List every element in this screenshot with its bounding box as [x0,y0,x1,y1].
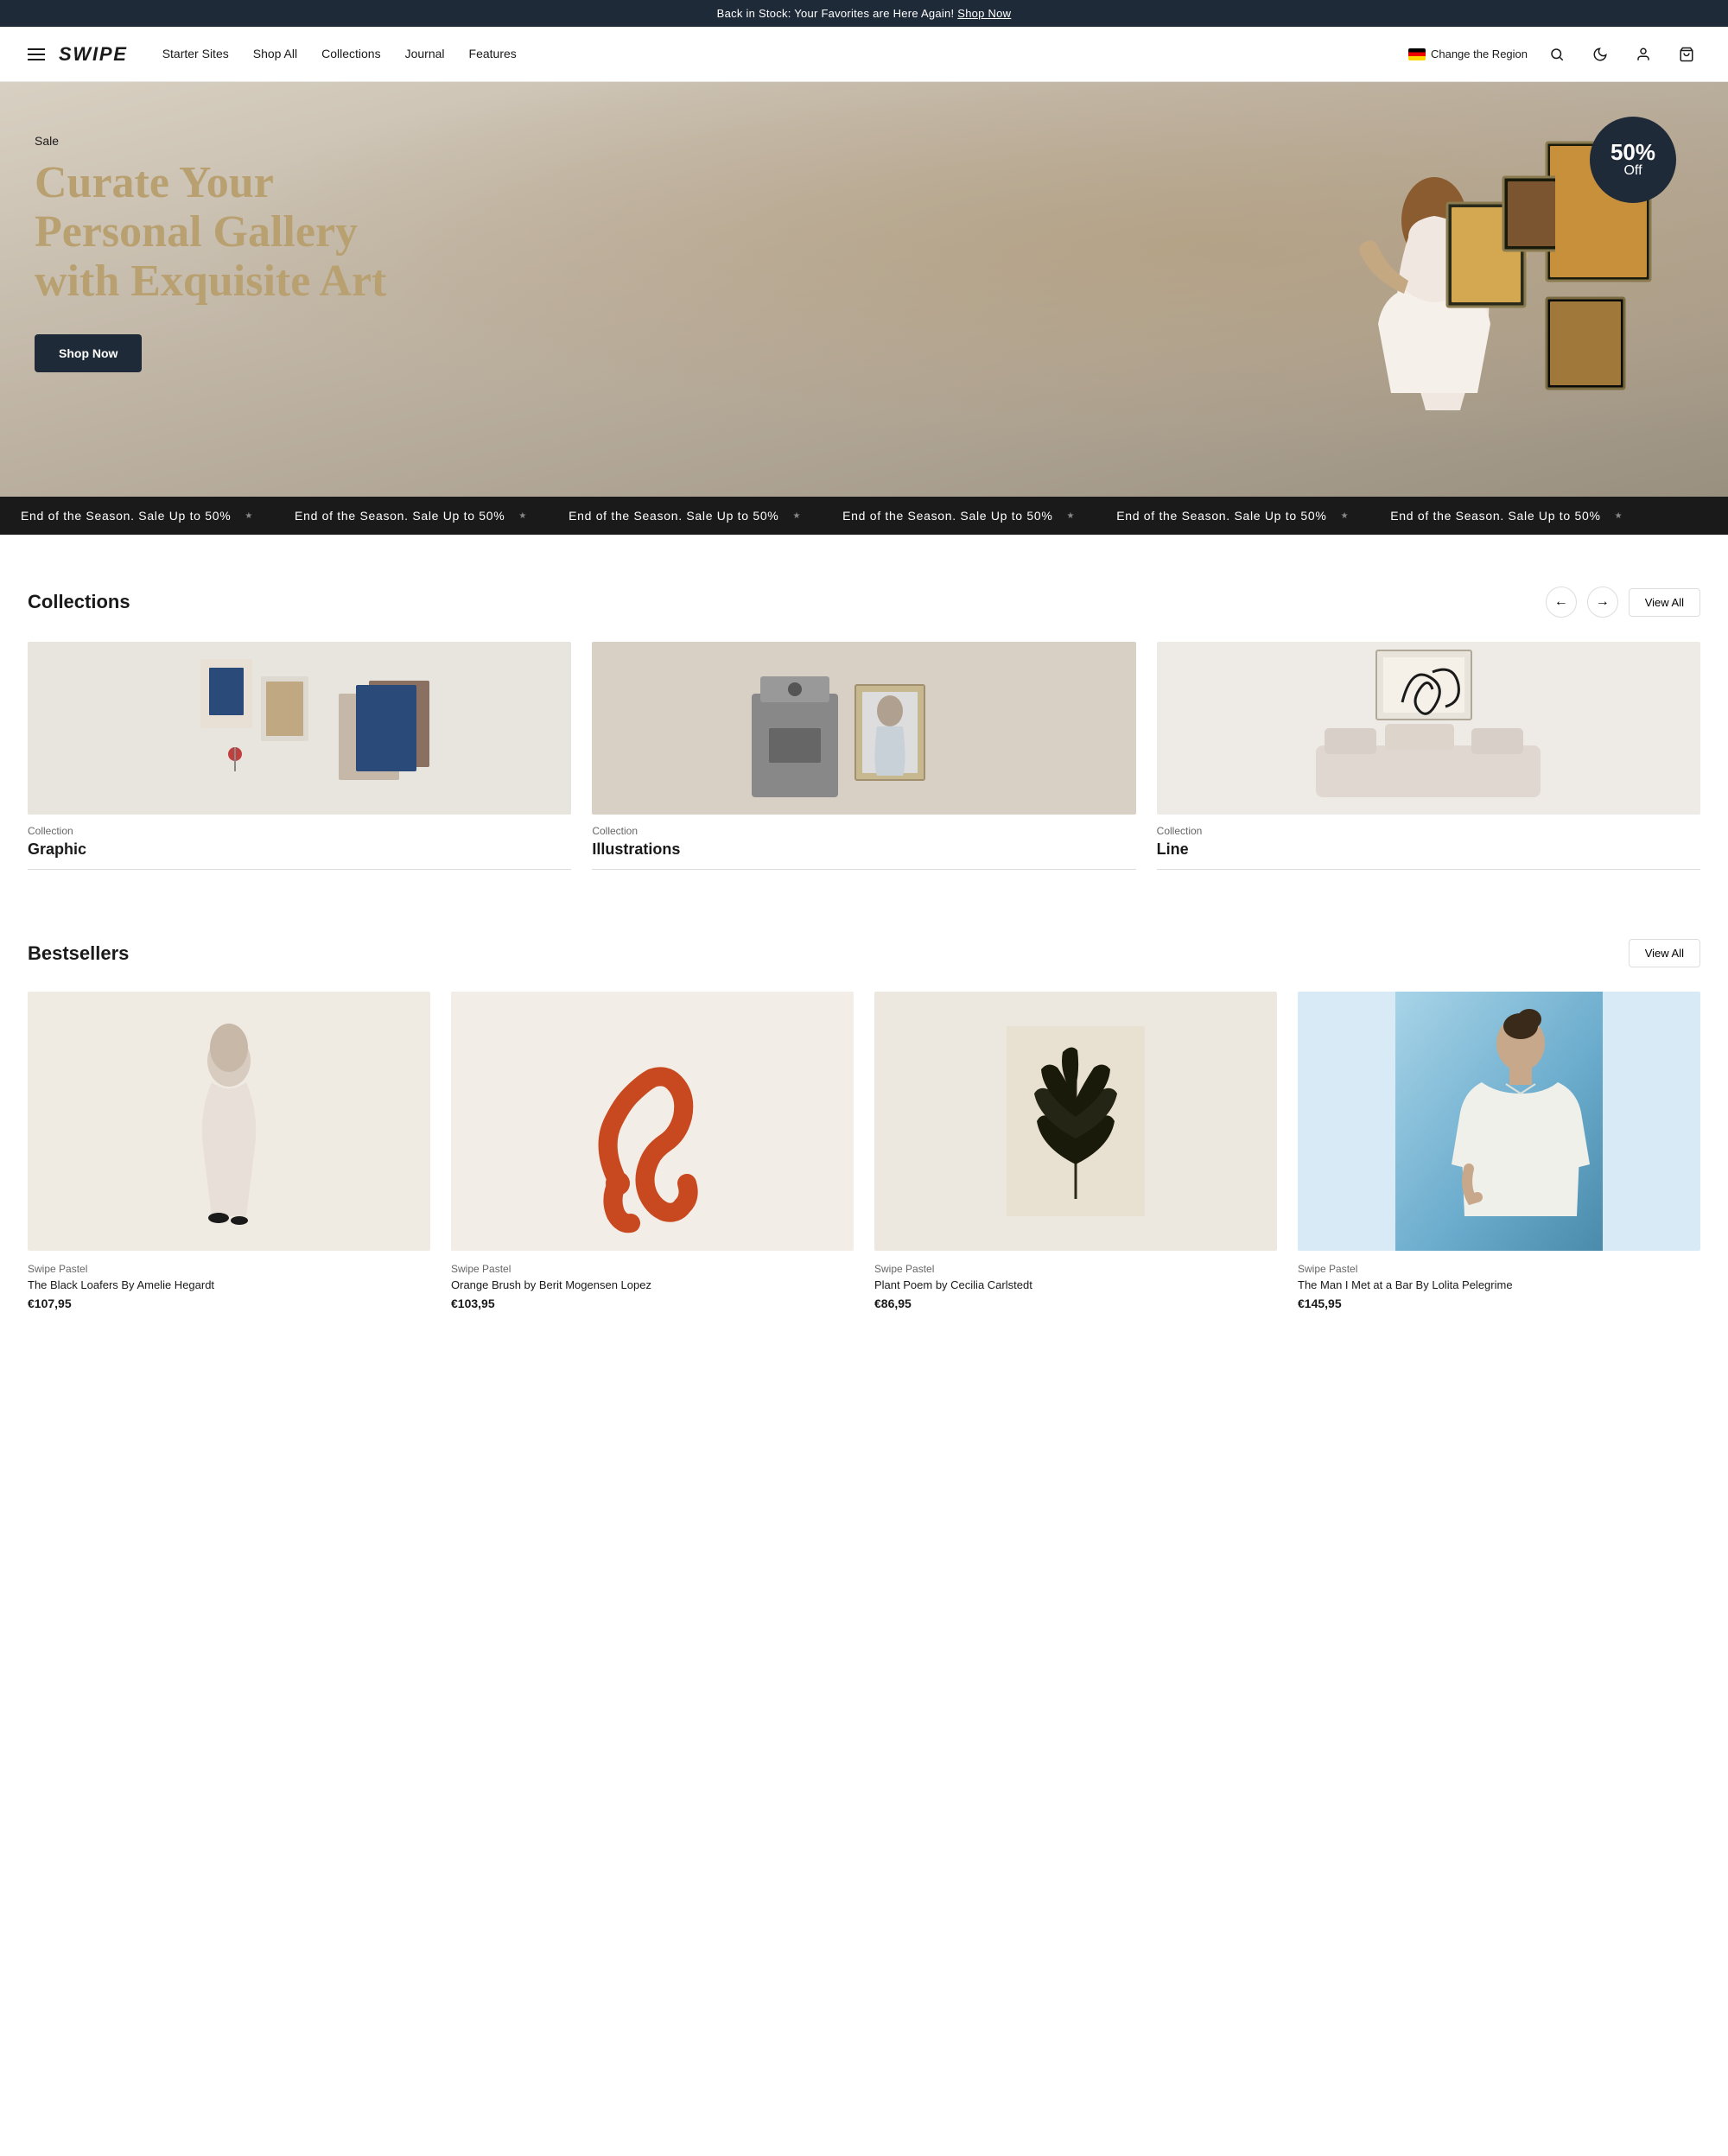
nav-links: Starter Sites Shop All Collections Journ… [162,47,1408,62]
marquee-item-5: End of the Season. Sale Up to 50% ★ [1096,509,1369,523]
collections-title: Collections [28,591,130,613]
collection-divider-line [1157,869,1700,870]
hero-sale-label: Sale [35,134,449,148]
collection-image-line [1157,642,1700,815]
collection-card-illustrations[interactable]: Collection Illustrations [592,642,1135,870]
marquee-star-5: ★ [1341,511,1350,521]
collection-image-illustrations [592,642,1135,815]
account-button[interactable] [1630,41,1657,68]
nav-link-features[interactable]: Features [469,47,517,60]
marquee-text-4: End of the Season. Sale Up to 50% [842,509,1052,523]
product-card-1[interactable]: Swipe Pastel The Black Loafers By Amelie… [28,992,430,1310]
product-name-3: Plant Poem by Cecilia Carlstedt [874,1278,1277,1293]
marquee-content: End of the Season. Sale Up to 50% ★ End … [0,509,1643,523]
marquee-item-3: End of the Season. Sale Up to 50% ★ [548,509,822,523]
hero-cta-button[interactable]: Shop Now [35,334,142,372]
collection-label-line: Collection [1157,825,1700,837]
navigation: SWiPE Starter Sites Shop All Collections… [0,27,1728,82]
nav-link-shop-all[interactable]: Shop All [253,47,297,60]
product-price-3: €86,95 [874,1297,1277,1310]
bestsellers-section: Bestsellers View All Swipe Pastel The [0,922,1728,1362]
bestsellers-header: Bestsellers View All [28,939,1700,967]
product-brand-1: Swipe Pastel [28,1263,430,1275]
product-card-4[interactable]: Swipe Pastel The Man I Met at a Bar By L… [1298,992,1700,1310]
product-name-4: The Man I Met at a Bar By Lolita Pelegri… [1298,1278,1700,1293]
product-image-4 [1298,992,1700,1251]
hero-section: Sale Curate Your Personal Gallery with E… [0,82,1728,497]
collections-grid: Collection Graphic [28,642,1700,870]
marquee-item-2: End of the Season. Sale Up to 50% ★ [274,509,548,523]
collection-name-line: Line [1157,840,1700,859]
product-name-1: The Black Loafers By Amelie Hegardt [28,1278,430,1293]
product-brand-3: Swipe Pastel [874,1263,1277,1275]
nav-link-journal[interactable]: Journal [405,47,445,60]
marquee-text-6: End of the Season. Sale Up to 50% [1390,509,1600,523]
cart-button[interactable] [1673,41,1700,68]
product-name-2: Orange Brush by Berit Mogensen Lopez [451,1278,854,1293]
collections-section: Collections ← → View All Collection Grap… [0,535,1728,922]
hero-title: Curate Your Personal Gallery with Exquis… [35,158,449,307]
collections-header: Collections ← → View All [28,587,1700,618]
announcement-link[interactable]: Shop Now [957,7,1011,20]
marquee-star-6: ★ [1615,511,1623,521]
marquee-strip: End of the Season. Sale Up to 50% ★ End … [0,497,1728,535]
region-selector[interactable]: Change the Region [1408,48,1528,60]
marquee-text-2: End of the Season. Sale Up to 50% [295,509,505,523]
marquee-star-3: ★ [792,511,801,521]
collection-label-illustrations: Collection [592,825,1135,837]
collections-controls: ← → View All [1546,587,1700,618]
marquee-item-1: End of the Season. Sale Up to 50% ★ [0,509,274,523]
nav-link-collections[interactable]: Collections [321,47,380,60]
marquee-star-4: ★ [1067,511,1076,521]
marquee-text-3: End of the Season. Sale Up to 50% [569,509,778,523]
announcement-text: Back in Stock: Your Favorites are Here A… [717,7,958,20]
collections-prev-button[interactable]: ← [1546,587,1577,618]
collection-name-graphic: Graphic [28,840,571,859]
collections-view-all-button[interactable]: View All [1629,588,1700,617]
collection-image-graphic [28,642,571,815]
product-brand-4: Swipe Pastel [1298,1263,1700,1275]
collection-label-graphic: Collection [28,825,571,837]
bestsellers-view-all-button[interactable]: View All [1629,939,1700,967]
collections-next-button[interactable]: → [1587,587,1618,618]
bestsellers-grid: Swipe Pastel The Black Loafers By Amelie… [28,992,1700,1310]
dark-mode-button[interactable] [1586,41,1614,68]
nav-link-starter-sites[interactable]: Starter Sites [162,47,229,60]
nav-right: Change the Region [1408,41,1700,68]
marquee-item-6: End of the Season. Sale Up to 50% ★ [1369,509,1643,523]
hero-person-image [1313,151,1555,497]
region-label: Change the Region [1431,48,1528,60]
hero-content: Sale Curate Your Personal Gallery with E… [35,134,449,372]
marquee-text-5: End of the Season. Sale Up to 50% [1116,509,1326,523]
collection-divider-illustrations [592,869,1135,870]
search-button[interactable] [1543,41,1571,68]
collection-divider-graphic [28,869,571,870]
flag-icon [1408,48,1426,60]
product-card-3[interactable]: Swipe Pastel Plant Poem by Cecilia Carls… [874,992,1277,1310]
product-price-1: €107,95 [28,1297,430,1310]
product-card-2[interactable]: Swipe Pastel Orange Brush by Berit Mogen… [451,992,854,1310]
hero-badge-percent: 50% [1610,141,1655,163]
marquee-item-4: End of the Season. Sale Up to 50% ★ [822,509,1096,523]
bestsellers-title: Bestsellers [28,942,129,965]
marquee-text-1: End of the Season. Sale Up to 50% [21,509,231,523]
product-image-2 [451,992,854,1251]
product-brand-2: Swipe Pastel [451,1263,854,1275]
announcement-bar: Back in Stock: Your Favorites are Here A… [0,0,1728,27]
hamburger-menu[interactable] [28,48,45,60]
product-price-4: €145,95 [1298,1297,1700,1310]
product-price-2: €103,95 [451,1297,854,1310]
product-image-1 [28,992,430,1251]
collection-card-graphic[interactable]: Collection Graphic [28,642,571,870]
marquee-star-2: ★ [518,511,527,521]
marquee-star-1: ★ [245,511,253,521]
product-image-3 [874,992,1277,1251]
collection-card-line[interactable]: Collection Line [1157,642,1700,870]
hero-badge-off: Off [1623,163,1642,179]
collection-name-illustrations: Illustrations [592,840,1135,859]
hero-discount-badge: 50% Off [1590,117,1676,203]
site-logo[interactable]: SWiPE [59,43,128,66]
